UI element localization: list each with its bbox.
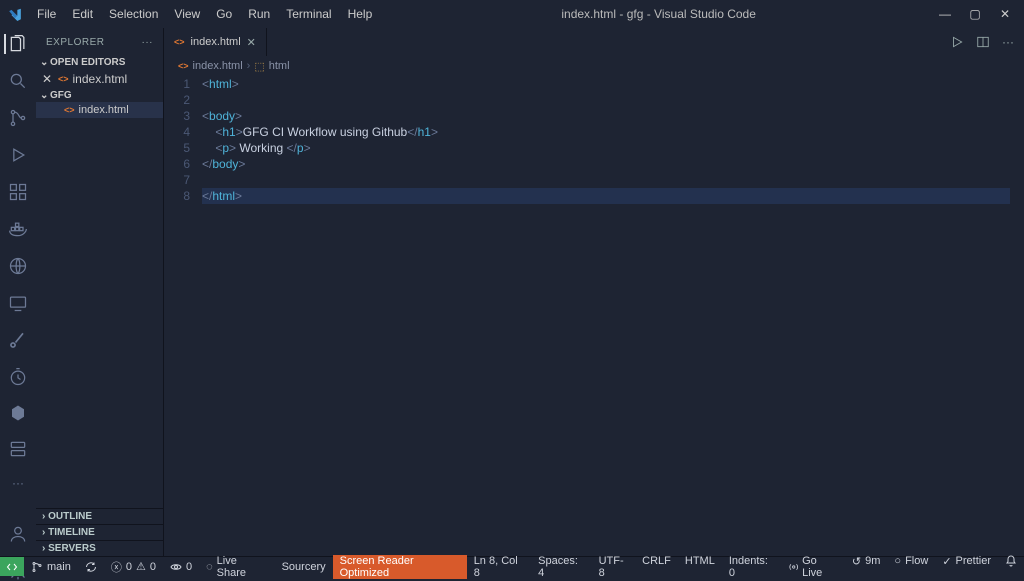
- ports-indicator[interactable]: 0: [163, 557, 199, 576]
- menu-file[interactable]: File: [30, 3, 63, 25]
- line-gutter: 12345678: [164, 76, 202, 556]
- html-file-icon: <>: [178, 61, 189, 71]
- window-title: index.html - gfg - Visual Studio Code: [379, 7, 938, 21]
- live-share-button[interactable]: ◌Live Share: [199, 557, 275, 576]
- sidebar-bottom-sections: › OUTLINE› TIMELINE› SERVERS: [36, 508, 163, 556]
- problems-indicator[interactable]: ⓧ0⚠0: [104, 557, 163, 576]
- maximize-icon[interactable]: ▢: [968, 7, 982, 21]
- eol[interactable]: CRLF: [635, 555, 678, 567]
- split-editor-icon[interactable]: [976, 35, 990, 49]
- server-icon[interactable]: [6, 439, 30, 459]
- section-servers[interactable]: › SERVERS: [36, 540, 163, 556]
- open-editor-item[interactable]: ✕ <> index.html: [36, 69, 163, 89]
- prettier-indicator[interactable]: ✓Prettier: [935, 555, 998, 568]
- file-label: index.html: [79, 104, 129, 116]
- menu-go[interactable]: Go: [209, 3, 239, 25]
- tab-label: index.html: [191, 36, 241, 48]
- language-mode[interactable]: HTML: [678, 555, 722, 567]
- html-file-icon: <>: [58, 71, 69, 87]
- editor-group: <> index.html ✕ ··· <> index.html › ⬚ ht…: [164, 28, 1024, 556]
- live-share-icon[interactable]: [6, 293, 30, 313]
- folder-section[interactable]: ⌄GFG: [36, 89, 163, 102]
- close-window-icon[interactable]: ✕: [998, 7, 1012, 21]
- slash-icon[interactable]: [6, 330, 30, 350]
- flow-indicator[interactable]: ○Flow: [887, 555, 935, 567]
- editor-tabs: <> index.html ✕ ···: [164, 28, 1024, 56]
- timer-icon[interactable]: [6, 367, 30, 387]
- symbol-icon: ⬚: [254, 60, 264, 73]
- open-editor-label: index.html: [73, 71, 128, 87]
- close-editor-icon[interactable]: ✕: [40, 71, 54, 87]
- explorer-icon[interactable]: [4, 34, 30, 54]
- search-icon[interactable]: [6, 71, 30, 91]
- explorer-title: EXPLORER: [46, 37, 104, 48]
- go-live-button[interactable]: Go Live: [782, 555, 845, 579]
- debug-icon[interactable]: [6, 145, 30, 165]
- vscode-logo-icon: [6, 5, 24, 23]
- menu-help[interactable]: Help: [341, 3, 380, 25]
- remote-indicator[interactable]: [0, 557, 24, 576]
- explorer-sidebar: EXPLORER ··· ⌄OPEN EDITORS ✕ <> index.ht…: [36, 28, 164, 556]
- sync-indicator[interactable]: [78, 557, 104, 576]
- editor-tab[interactable]: <> index.html ✕: [164, 28, 267, 56]
- source-control-icon[interactable]: [6, 108, 30, 128]
- cursor-position[interactable]: Ln 8, Col 8: [467, 555, 531, 579]
- menu-view[interactable]: View: [167, 3, 207, 25]
- menu-run[interactable]: Run: [241, 3, 277, 25]
- encoding[interactable]: UTF-8: [592, 555, 636, 579]
- code-editor[interactable]: 12345678 <html><body> <h1>GFG CI Workflo…: [164, 76, 1024, 556]
- html-file-icon: <>: [174, 37, 185, 47]
- activity-bar: ···: [0, 28, 36, 556]
- status-bar: main ⓧ0⚠0 0 ◌Live Share Sourcery Screen …: [0, 556, 1024, 576]
- minimize-icon[interactable]: ―: [938, 7, 952, 21]
- time-indicator[interactable]: ↺9m: [845, 555, 888, 568]
- file-item[interactable]: <> index.html: [36, 102, 163, 118]
- code-area[interactable]: <html><body> <h1>GFG CI Workflow using G…: [202, 76, 1024, 556]
- editor-more-icon[interactable]: ···: [1002, 35, 1014, 49]
- breadcrumb-file: index.html: [193, 60, 243, 72]
- indents[interactable]: Indents: 0: [722, 555, 782, 579]
- open-editors-section[interactable]: ⌄OPEN EDITORS: [36, 56, 163, 69]
- menu-selection[interactable]: Selection: [102, 3, 165, 25]
- extensions-icon[interactable]: [6, 182, 30, 202]
- html-file-icon: <>: [64, 105, 75, 115]
- remote-icon[interactable]: [6, 256, 30, 276]
- screen-reader-indicator[interactable]: Screen Reader Optimized: [333, 555, 467, 579]
- section-timeline[interactable]: › TIMELINE: [36, 524, 163, 540]
- account-icon[interactable]: [6, 524, 30, 544]
- explorer-more-icon[interactable]: ···: [142, 37, 154, 48]
- sourcery-indicator[interactable]: Sourcery: [275, 557, 333, 576]
- menu-bar: FileEditSelectionViewGoRunTerminalHelp: [30, 3, 379, 25]
- section-outline[interactable]: › OUTLINE: [36, 508, 163, 524]
- title-bar: FileEditSelectionViewGoRunTerminalHelp i…: [0, 0, 1024, 28]
- notifications-icon[interactable]: [998, 555, 1024, 567]
- breadcrumbs[interactable]: <> index.html › ⬚ html: [164, 56, 1024, 76]
- menu-edit[interactable]: Edit: [65, 3, 100, 25]
- branch-indicator[interactable]: main: [24, 557, 78, 576]
- more-icon[interactable]: ···: [6, 476, 30, 490]
- hex-icon[interactable]: [6, 404, 30, 422]
- indent-setting[interactable]: Spaces: 4: [531, 555, 591, 579]
- run-icon[interactable]: [950, 35, 964, 49]
- docker-icon[interactable]: [6, 219, 30, 239]
- close-tab-icon[interactable]: ✕: [247, 36, 256, 49]
- menu-terminal[interactable]: Terminal: [279, 3, 338, 25]
- breadcrumb-symbol: html: [269, 60, 290, 72]
